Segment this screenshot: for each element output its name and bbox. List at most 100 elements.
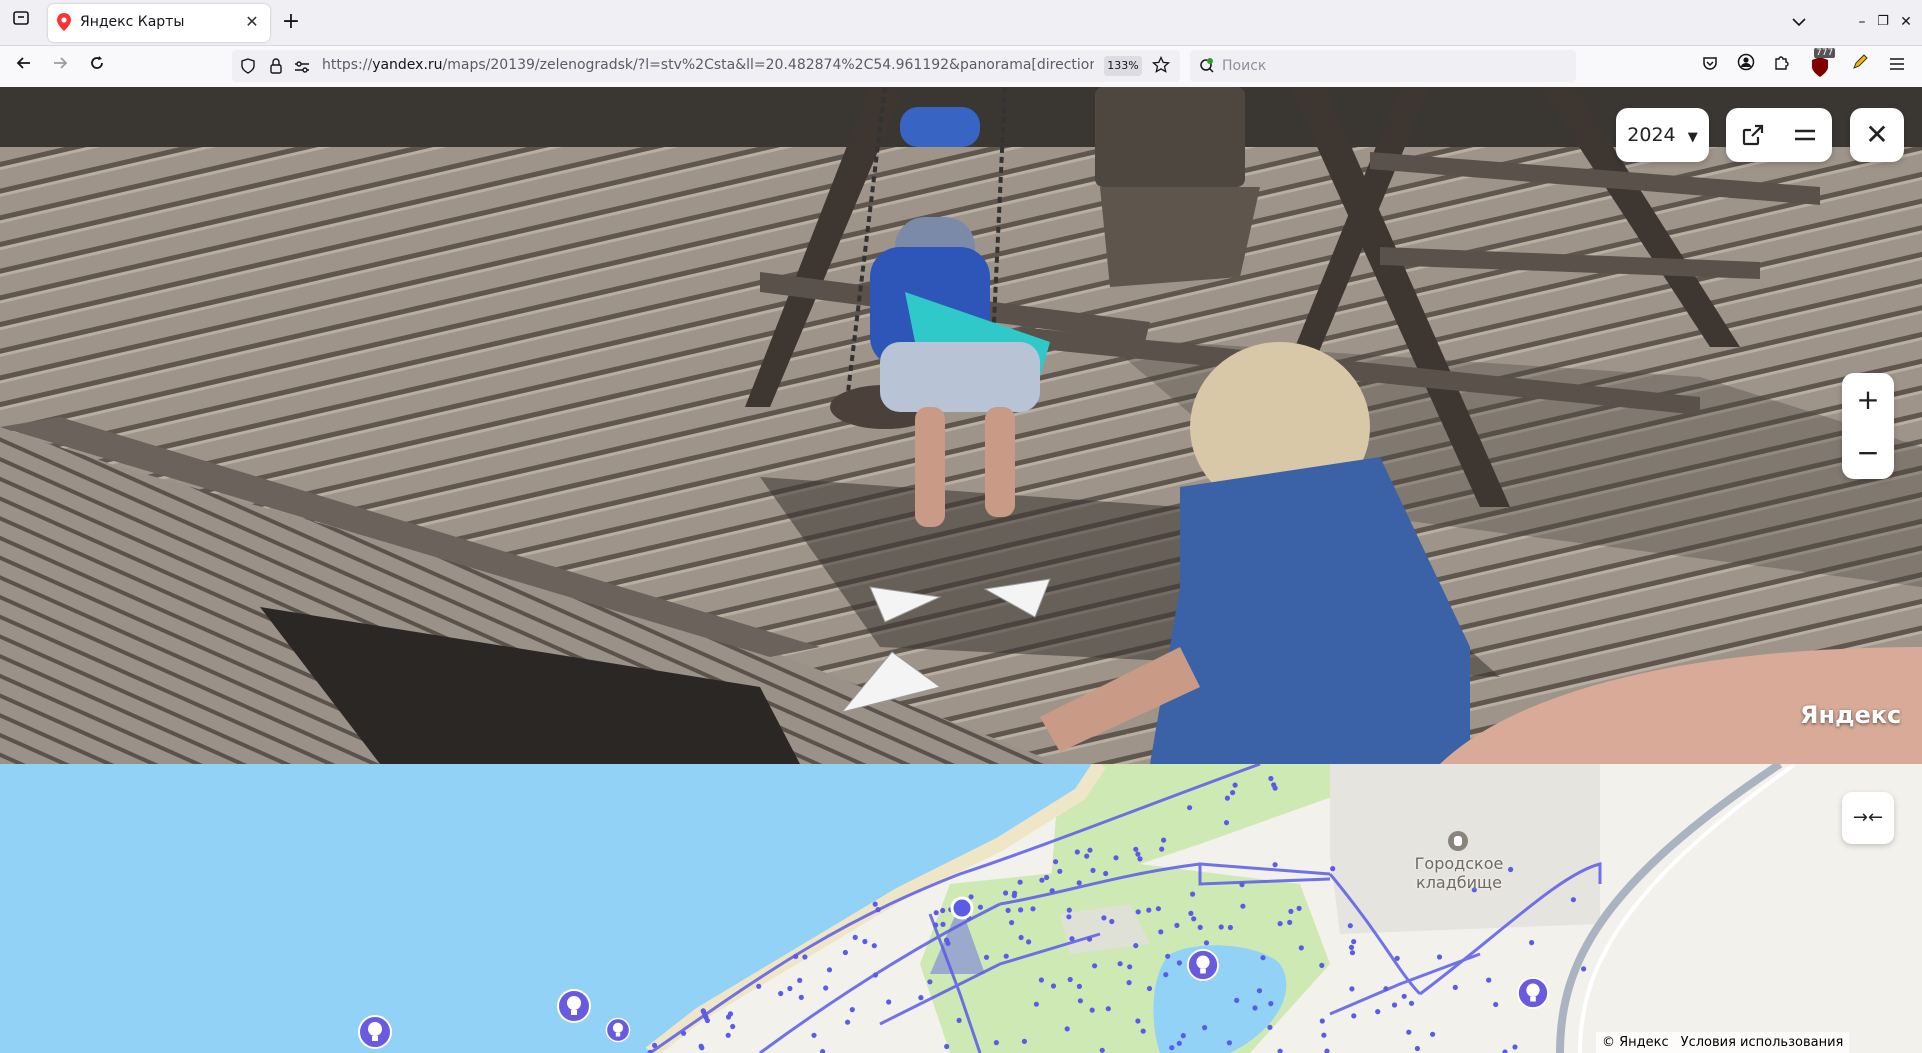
pocket-icon[interactable] (1695, 51, 1725, 81)
map-copyright: © Яндекс Условия использования (1596, 1032, 1850, 1053)
hot-air-balloon-icon (358, 1015, 392, 1049)
panorama-point-dot (1146, 985, 1153, 992)
zoom-out-button[interactable]: − (1842, 426, 1894, 479)
panorama-point-dot (1050, 983, 1057, 989)
panorama-point-dot (1180, 1033, 1186, 1039)
app-menu-icon[interactable] (1882, 51, 1912, 81)
panorama-balloon-marker[interactable] (556, 988, 592, 1028)
new-tab-button[interactable]: + (276, 7, 306, 37)
panorama-point-dot (1076, 983, 1082, 989)
panorama-point-dot (1003, 953, 1009, 959)
ublock-extension-icon[interactable]: 777 (1808, 48, 1836, 78)
panorama-point-dot (1117, 961, 1123, 967)
panorama-point-dot (1351, 1013, 1357, 1019)
restore-icon[interactable]: ❐ (1873, 7, 1893, 37)
copyright-text: © Яндекс (1602, 1035, 1669, 1050)
close-panorama-button[interactable]: ✕ (1850, 108, 1904, 162)
panorama-point-dot (1406, 1029, 1412, 1035)
panorama-point-dot (1163, 972, 1169, 978)
year-value: 2024 (1627, 124, 1676, 146)
panorama-point-dot (1169, 1045, 1175, 1051)
panorama-point-dot (956, 1017, 962, 1023)
tab-list-icon[interactable] (6, 7, 36, 37)
panorama-point-dot (1272, 862, 1278, 868)
panorama-point-dot (933, 922, 939, 928)
search-placeholder: Поиск (1222, 58, 1267, 74)
zoom-in-button[interactable]: + (1842, 373, 1894, 426)
panorama-point-dot (1155, 906, 1161, 912)
search-bar[interactable]: Поиск (1190, 50, 1576, 82)
panorama-point-dot (1018, 907, 1024, 913)
map-canvas[interactable] (0, 764, 1922, 1053)
panorama-point-dot (826, 967, 833, 973)
panorama-point-dot (1197, 924, 1203, 930)
forward-icon[interactable] (45, 51, 75, 81)
panorama-point-dot (1436, 954, 1443, 960)
lock-icon[interactable] (270, 58, 282, 78)
panorama-point-dot (1086, 936, 1093, 942)
panorama-balloon-marker[interactable] (357, 1014, 393, 1053)
panorama-point-dot (871, 943, 877, 949)
hot-air-balloon-icon (557, 989, 591, 1023)
panorama-point-dot (823, 985, 829, 991)
permissions-icon[interactable] (294, 59, 310, 78)
tab-close-icon[interactable]: ✕ (242, 12, 262, 32)
panorama-point-dot (1347, 923, 1353, 929)
panorama-point-dot (681, 1030, 687, 1036)
panorama-point-dot (1074, 849, 1080, 855)
panorama-point-dot (1021, 1038, 1027, 1044)
panorama-balloon-marker[interactable] (1186, 948, 1220, 986)
tab-yandex-maps[interactable]: Яндекс Карты ✕ (48, 4, 270, 42)
panorama-point-dot (1137, 856, 1143, 862)
panorama-point-dot (1066, 914, 1072, 920)
panorama-balloon-marker[interactable] (605, 1017, 631, 1047)
panorama-point-dot (1512, 1044, 1518, 1050)
terms-of-use-link[interactable]: Условия использования (1681, 1035, 1844, 1050)
reload-icon[interactable] (82, 51, 112, 81)
map-landmark-label: Городское кладбище (1414, 854, 1504, 892)
panorama-point-dot (1232, 782, 1238, 788)
panorama-image[interactable] (0, 87, 1922, 764)
panorama-point-dot (1133, 943, 1139, 949)
extension-pencil-icon[interactable] (1845, 51, 1875, 81)
panorama-point-dot (1090, 867, 1096, 873)
url-text[interactable]: https://yandex.ru/maps/20139/zelenograds… (322, 57, 1094, 73)
extensions-puzzle-icon[interactable] (1767, 51, 1797, 81)
back-icon[interactable] (9, 51, 39, 81)
bookmark-star-icon[interactable] (1151, 55, 1171, 78)
year-select[interactable]: 2024 ▼ (1616, 108, 1709, 162)
panorama-point-dot (1049, 888, 1055, 894)
panorama-point-dot (1135, 909, 1141, 915)
panorama-point-dot (1319, 962, 1325, 968)
cemetery-icon (1447, 830, 1469, 856)
panorama-point-dot (977, 904, 984, 910)
panorama-point-dot (1176, 1040, 1182, 1046)
panorama-view[interactable]: 2024 ▼ ✕ + − Яндекс (0, 87, 1922, 764)
panorama-point-dot (940, 907, 946, 914)
collapse-map-button[interactable]: →← (1842, 792, 1894, 844)
panorama-point-dot (1038, 977, 1044, 983)
panorama-balloon-marker[interactable] (1516, 976, 1550, 1014)
panorama-point-dot (1296, 905, 1302, 911)
share-panorama-button[interactable] (1726, 108, 1779, 162)
panorama-menu-button[interactable] (1779, 108, 1832, 162)
panorama-point-dot (1017, 879, 1023, 885)
minimize-icon[interactable]: – (1852, 7, 1872, 37)
zoom-level-badge[interactable]: 133% (1104, 56, 1142, 76)
mini-map[interactable]: Городское кладбище →← © Яндекс Условия ис… (0, 764, 1922, 1053)
panorama-point-dot (1033, 1001, 1039, 1007)
panorama-point-dot (940, 921, 946, 927)
hot-air-balloon-icon (1186, 948, 1220, 982)
panorama-point-dot (1101, 915, 1107, 921)
panorama-point-dot (1349, 986, 1355, 992)
panorama-point-dot (1277, 921, 1283, 927)
panorama-point-dot (1493, 1001, 1499, 1008)
address-bar[interactable]: https://yandex.ru/maps/20139/zelenograds… (232, 50, 1180, 82)
panorama-point-dot (1084, 853, 1090, 859)
panorama-point-dot (1176, 960, 1182, 966)
account-icon[interactable] (1731, 51, 1761, 81)
tracking-protection-shield-icon[interactable] (241, 58, 255, 78)
list-all-tabs-icon[interactable] (1784, 7, 1814, 37)
window-close-icon[interactable]: ✕ (1896, 7, 1916, 37)
panorama-point-dot (778, 990, 784, 997)
